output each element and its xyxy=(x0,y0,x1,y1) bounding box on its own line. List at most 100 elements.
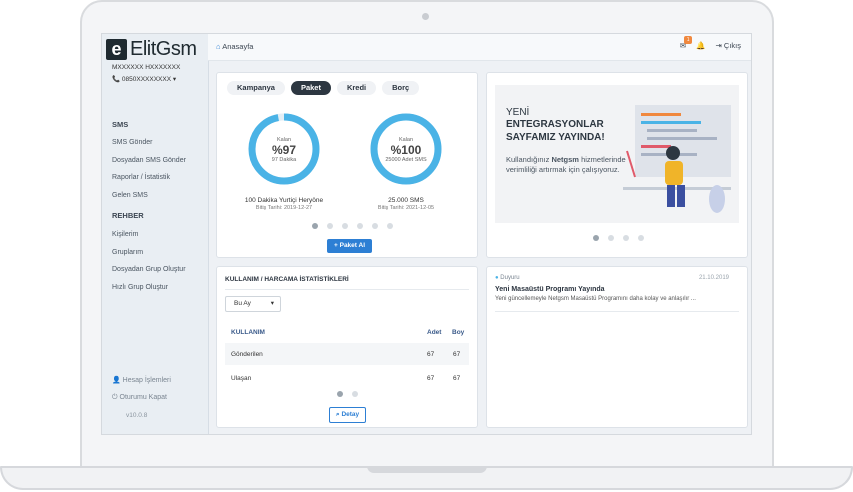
caret-down-icon: ▾ xyxy=(270,300,274,307)
usage-stats-card: KULLANIM / HARCAMA İSTATİSTİKLERİ Bu Ay … xyxy=(216,266,478,428)
search-icon: ⌕ xyxy=(336,411,340,418)
package-tabs: Kampanya Paket Kredi Borç xyxy=(227,81,420,95)
row-name: Gönderilen xyxy=(231,351,263,358)
carousel-dot[interactable] xyxy=(387,223,393,229)
logout-link[interactable]: ⏻ Oturumu Kapat xyxy=(112,394,167,402)
ring-sub: 25000 Adet SMS xyxy=(385,157,427,163)
sidebar-heading-rehber: REHBER xyxy=(112,211,144,220)
banner-line-2: ENTEGRASYONLAR xyxy=(506,119,604,130)
sidebar-heading-sms: SMS xyxy=(112,120,129,129)
account-settings-link[interactable]: 👤 Hesap İşlemleri xyxy=(112,376,171,384)
banner-body-pre: Kullandığınız xyxy=(506,155,550,164)
code-line xyxy=(641,113,681,116)
laptop-notch xyxy=(367,466,487,473)
brand-logo[interactable]: e ElitGsm xyxy=(106,38,197,60)
packages-card: Kampanya Paket Kredi Borç Kalan %97 97 D… xyxy=(216,72,478,258)
row-count: 67 xyxy=(427,375,435,382)
banner-card: YENİ ENTEGRASYONLAR SAYFAMIZ YAYINDA! Ku… xyxy=(486,72,748,258)
details-label: Detay xyxy=(341,411,360,418)
code-line xyxy=(647,137,717,140)
person-head xyxy=(666,146,680,160)
app-version: v10.0.8 xyxy=(126,412,148,419)
tab-borc[interactable]: Borç xyxy=(382,81,420,95)
sign-out-icon: ⇥ xyxy=(715,41,722,50)
logout-button[interactable]: ⇥ Çıkış xyxy=(716,41,741,50)
logo-text: ElitGsm xyxy=(130,37,197,60)
carousel-dot[interactable] xyxy=(608,235,614,241)
package-ring-1-text: Kalan %97 97 Dakika xyxy=(248,113,320,185)
carousel-dot[interactable] xyxy=(352,391,358,397)
promo-banner[interactable]: YENİ ENTEGRASYONLAR SAYFAMIZ YAYINDA! Ku… xyxy=(495,85,739,223)
package-carousel-dots xyxy=(312,223,393,229)
buy-package-button[interactable]: + Paket Al xyxy=(327,239,373,253)
dot-icon: ● xyxy=(495,275,499,281)
period-select-value: Bu Ay xyxy=(234,300,251,307)
announcement-text: Yeni güncellemeyle Netgsm Masaüstü Progr… xyxy=(495,296,696,302)
user-phone: 0850XXXXXXXX xyxy=(121,76,172,83)
breadcrumb-home: Anasayfa xyxy=(222,42,254,51)
announcement-date: 21.10.2019 xyxy=(698,275,729,281)
code-line xyxy=(647,129,697,132)
sidebar-item-dosyadan-sms[interactable]: Dosyadan SMS Gönder xyxy=(112,157,186,164)
sidebar-item-raporlar[interactable]: Raporlar / İstatistik xyxy=(112,174,170,181)
top-bar: ⌂ Anasayfa ✉ 1 🔔 ⇥ Çıkış xyxy=(208,34,751,61)
period-select[interactable]: Bu Ay ▾ xyxy=(225,296,281,312)
bell-icon[interactable]: 🔔 xyxy=(696,41,705,50)
carousel-dot[interactable] xyxy=(327,223,333,229)
banner-body: Kullandığınız Netgsm hizmetlerinde verim… xyxy=(506,155,626,175)
announcement-card: ● Duyuru 21.10.2019 Yeni Masaüstü Progra… xyxy=(486,266,748,428)
ring-percent: %97 xyxy=(271,143,297,157)
announcement-title[interactable]: Yeni Masaüstü Programı Yayında xyxy=(495,286,605,293)
account-settings-label: Hesap İşlemleri xyxy=(122,377,171,384)
plus-icon: + xyxy=(334,242,338,249)
app-screen: e ElitGsm MXXXXXX HXXXXXXX 📞 0850XXXXXXX… xyxy=(101,33,752,435)
tab-kredi[interactable]: Kredi xyxy=(336,81,377,95)
plant xyxy=(709,185,725,213)
developer-illustration xyxy=(623,105,731,213)
ring-percent: %100 xyxy=(390,143,422,157)
column-header-count: Adet xyxy=(427,329,442,336)
sidebar-item-gelen-sms[interactable]: Gelen SMS xyxy=(112,192,148,199)
desk-lamp xyxy=(626,150,636,178)
code-line xyxy=(641,121,701,124)
carousel-dot[interactable] xyxy=(593,235,599,241)
package-2-title: 25.000 SMS xyxy=(388,197,424,204)
divider xyxy=(495,311,739,312)
sidebar-item-gruplarim[interactable]: Gruplarım xyxy=(112,249,143,256)
user-name: MXXXXXX HXXXXXXX xyxy=(112,64,181,71)
announcement-tag-label: Duyuru xyxy=(500,275,520,281)
sidebar-item-hizli-grup[interactable]: Hızlı Grup Oluştur xyxy=(112,284,168,291)
row-size: 67 xyxy=(453,375,461,382)
tab-paket[interactable]: Paket xyxy=(290,81,331,95)
logout-label: Oturumu Kapat xyxy=(119,394,167,401)
person-leg xyxy=(677,185,685,207)
ring-sub: 97 Dakika xyxy=(271,157,297,163)
column-header-usage: KULLANIM xyxy=(231,329,265,336)
mail-count-badge: 1 xyxy=(684,36,693,44)
banner-body-bold: Netgsm xyxy=(551,155,579,164)
user-icon: 👤 xyxy=(112,377,121,384)
person-leg xyxy=(667,185,675,207)
logo-badge: e xyxy=(106,38,127,60)
carousel-dot[interactable] xyxy=(638,235,644,241)
code-line xyxy=(641,145,671,148)
row-name: Ulaşan xyxy=(231,375,252,382)
carousel-dot[interactable] xyxy=(312,223,318,229)
carousel-dot[interactable] xyxy=(623,235,629,241)
sidebar-item-sms-gonder[interactable]: SMS Gönder xyxy=(112,139,152,146)
carousel-dot[interactable] xyxy=(357,223,363,229)
carousel-dot[interactable] xyxy=(342,223,348,229)
user-phone-selector[interactable]: 📞 0850XXXXXXXX ▾ xyxy=(112,75,176,83)
sidebar-item-kisilerim[interactable]: Kişilerim xyxy=(112,231,138,238)
mail-button[interactable]: ✉ 1 xyxy=(680,36,693,50)
sidebar-item-dosyadan-grup[interactable]: Dosyadan Grup Oluştur xyxy=(112,266,186,273)
announcement-tag: ● Duyuru xyxy=(495,275,520,281)
details-button[interactable]: ⌕ Detay xyxy=(329,407,367,423)
breadcrumb[interactable]: ⌂ Anasayfa xyxy=(216,42,253,51)
banner-line-3: SAYFAMIZ YAYINDA! xyxy=(506,132,605,143)
tab-kampanya[interactable]: Kampanya xyxy=(227,81,285,95)
carousel-dot[interactable] xyxy=(372,223,378,229)
power-icon: ⏻ xyxy=(112,394,118,401)
carousel-dot[interactable] xyxy=(337,391,343,397)
column-header-size: Boy xyxy=(452,329,465,336)
